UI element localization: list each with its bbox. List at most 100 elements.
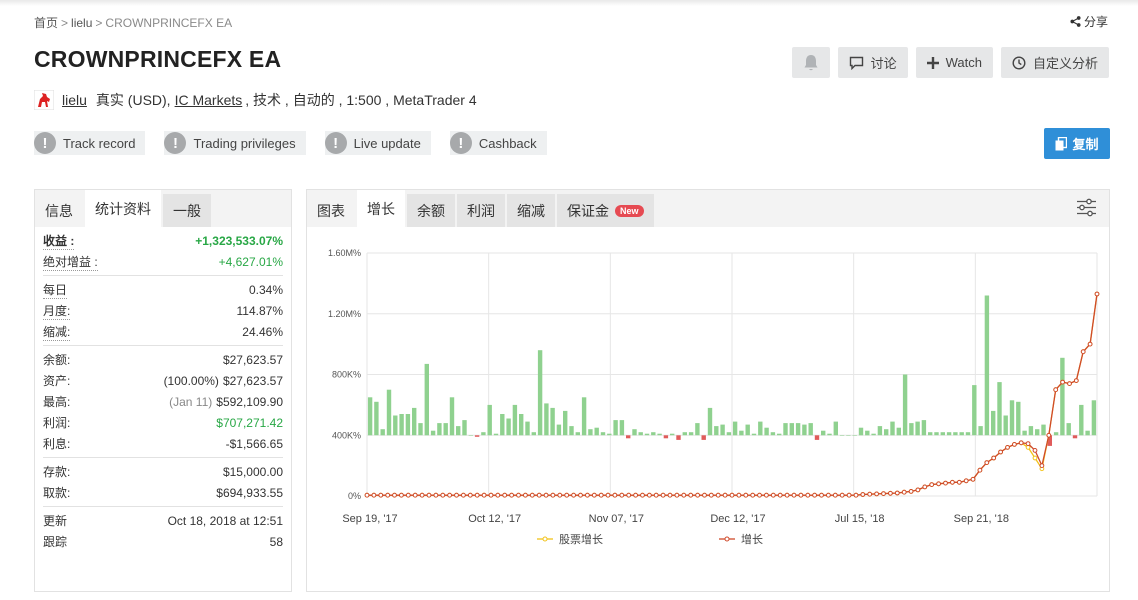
breadcrumb-home[interactable]: 首页 bbox=[34, 16, 58, 30]
growth-point bbox=[798, 492, 804, 498]
exclamation-icon: ! bbox=[34, 132, 56, 154]
growth-point bbox=[874, 491, 879, 497]
watch-button[interactable]: Watch bbox=[915, 47, 993, 78]
growth-chart[interactable]: 1.60M% 1.20M% 800K% 400K% 0% Sep 19, '17 Oct 1… bbox=[307, 228, 1109, 592]
growth-point bbox=[1067, 381, 1072, 387]
badge-live-update[interactable]: ! Live update bbox=[324, 131, 431, 155]
chart-panel: 图表 增长 余额 利润 缩减 保证金 New 1.60M% 1.20M% 800K% 4… bbox=[306, 189, 1110, 592]
bar bbox=[531, 432, 536, 436]
share-button[interactable]: 分享 bbox=[1070, 13, 1108, 30]
growth-point bbox=[784, 492, 790, 498]
drawdown-label[interactable]: 缩减: bbox=[43, 323, 71, 341]
growth-point bbox=[1039, 463, 1045, 469]
discuss-button[interactable]: 讨论 bbox=[837, 47, 908, 78]
account-type: 真实 (USD), bbox=[95, 92, 171, 108]
bar bbox=[456, 426, 461, 436]
bar bbox=[424, 363, 429, 436]
growth-point bbox=[674, 492, 680, 498]
bar bbox=[695, 423, 700, 436]
growth-point bbox=[385, 492, 391, 498]
bar bbox=[380, 429, 385, 436]
monthly-value: 114.87% bbox=[236, 303, 283, 318]
bar bbox=[430, 430, 436, 436]
bar bbox=[487, 404, 492, 436]
tab-drawdown[interactable]: 缩减 bbox=[507, 194, 555, 227]
growth-point bbox=[1060, 379, 1065, 385]
tab-balance[interactable]: 余额 bbox=[407, 194, 455, 227]
growth-point bbox=[777, 492, 783, 498]
badge-cashback[interactable]: ! Cashback bbox=[449, 131, 547, 155]
abs-gain-label[interactable]: 绝对增益 : bbox=[43, 253, 98, 271]
copy-button[interactable]: 复制 bbox=[1044, 128, 1110, 159]
badge-track-record[interactable]: ! Track record bbox=[34, 131, 146, 155]
broker-link[interactable]: IC Markets bbox=[175, 92, 243, 108]
bar bbox=[896, 427, 901, 436]
copy-icon bbox=[1055, 136, 1068, 150]
bar bbox=[814, 435, 820, 440]
growth-point bbox=[605, 492, 611, 498]
bar bbox=[550, 407, 555, 436]
highest-amount: $592,109.90 bbox=[216, 394, 283, 409]
bar bbox=[474, 435, 480, 437]
growth-point bbox=[722, 492, 728, 498]
bar bbox=[1016, 401, 1021, 436]
tab-statistics[interactable]: 统计资料 bbox=[85, 190, 161, 227]
daily-label[interactable]: 每日 bbox=[43, 281, 68, 299]
tab-profit[interactable]: 利润 bbox=[457, 194, 505, 227]
bar bbox=[714, 426, 719, 436]
gain-label[interactable]: 收益 : bbox=[43, 232, 75, 250]
growth-point bbox=[757, 492, 762, 498]
growth-point bbox=[956, 479, 962, 485]
stats-panel: 信息 统计资料 一般 收益 : +1,323,533.07% 绝对增益 : +4,6… bbox=[34, 189, 292, 592]
growth-point bbox=[819, 492, 824, 498]
avatar[interactable] bbox=[34, 90, 54, 110]
tab-margin[interactable]: 保证金 New bbox=[557, 194, 654, 227]
x-tick-label: Dec 12, '17 bbox=[710, 513, 765, 525]
growth-point bbox=[371, 492, 377, 498]
growth-point bbox=[633, 492, 639, 498]
bar bbox=[651, 432, 656, 436]
bar bbox=[1085, 430, 1090, 436]
bar bbox=[676, 435, 681, 440]
bar bbox=[701, 435, 706, 440]
bar bbox=[581, 397, 587, 436]
stat-row-gain: 收益 : +1,323,533.07% bbox=[43, 230, 283, 251]
bar bbox=[644, 433, 650, 436]
growth-point bbox=[922, 484, 928, 490]
growth-point bbox=[812, 492, 818, 498]
x-tick-label: Sep 21, '18 bbox=[954, 513, 1009, 525]
growth-point bbox=[405, 492, 411, 498]
growth-point bbox=[667, 492, 673, 498]
tab-growth[interactable]: 增长 bbox=[357, 190, 405, 227]
badge-trading-privileges[interactable]: ! Trading privileges bbox=[164, 131, 306, 155]
growth-point bbox=[626, 492, 632, 498]
growth-point bbox=[426, 492, 432, 498]
growth-point bbox=[770, 492, 776, 498]
tab-general[interactable]: 一般 bbox=[163, 194, 211, 227]
bar bbox=[506, 418, 511, 436]
tab-chart[interactable]: 图表 bbox=[307, 194, 355, 227]
bar bbox=[783, 423, 788, 436]
growth-point bbox=[543, 492, 549, 498]
tab-info[interactable]: 信息 bbox=[35, 194, 83, 227]
equity-amount: $27,623.57 bbox=[222, 373, 283, 388]
bar bbox=[1053, 432, 1059, 436]
notify-button[interactable] bbox=[791, 47, 830, 78]
chart-tabs: 图表 增长 余额 利润 缩减 保证金 New bbox=[307, 190, 1109, 227]
bar bbox=[758, 421, 763, 436]
growth-point bbox=[839, 492, 845, 498]
growth-point bbox=[598, 492, 604, 498]
growth-point bbox=[653, 492, 659, 498]
stat-row-daily: 每日 0.34% bbox=[43, 279, 283, 300]
bar bbox=[777, 433, 782, 436]
chart-settings-button[interactable] bbox=[1076, 198, 1097, 222]
custom-analysis-button[interactable]: 自定义分析 bbox=[1000, 47, 1109, 78]
growth-point bbox=[481, 492, 487, 498]
x-tick-label: Jul 15, '18 bbox=[835, 513, 885, 525]
breadcrumb-user[interactable]: lielu bbox=[71, 16, 92, 30]
bar bbox=[959, 432, 964, 436]
owner-link[interactable]: lielu bbox=[62, 92, 87, 108]
growth-point bbox=[364, 492, 370, 498]
monthly-label[interactable]: 月度: bbox=[43, 302, 71, 320]
y-tick-label: 800K% bbox=[332, 370, 361, 380]
